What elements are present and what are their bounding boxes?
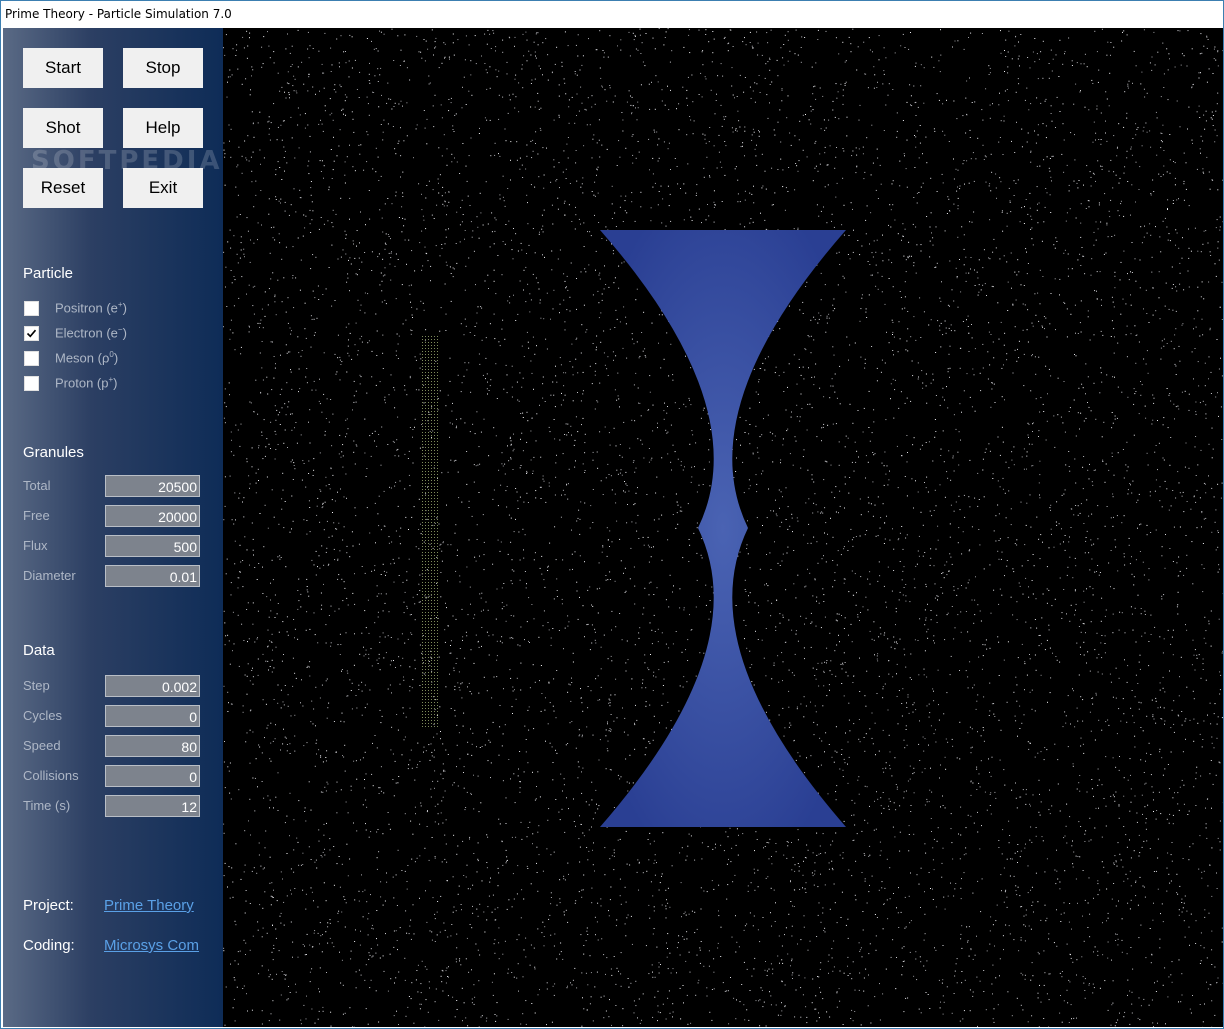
data-label-2: Speed	[23, 738, 61, 753]
lens-shape	[600, 230, 846, 827]
app-window: Prime Theory - Particle Simulation 7.0 S…	[0, 0, 1224, 1029]
project-label: Project:	[23, 897, 74, 914]
coding-link[interactable]: Microsys Com	[104, 937, 199, 954]
granules-label-3: Diameter	[23, 568, 76, 583]
meson-label: Meson (ρ0)	[55, 350, 119, 366]
meson-checkbox[interactable]	[24, 350, 39, 366]
positron-label: Positron (e+)	[55, 300, 127, 316]
data-label-1: Cycles	[23, 708, 63, 723]
granules-field-1[interactable]: 20000	[105, 505, 200, 527]
granules-label-1: Free	[23, 508, 50, 523]
particle-charge: −	[117, 325, 123, 335]
particle-charge: +	[108, 375, 114, 385]
particle-name: Electron	[55, 325, 103, 341]
data-field-1[interactable]: 0	[105, 705, 200, 727]
window-title: Prime Theory - Particle Simulation 7.0	[5, 7, 232, 21]
particle-name: Positron	[55, 300, 103, 316]
particle-symbol: e	[110, 300, 118, 316]
particle-option-electron[interactable]: Electron (e−)	[23, 323, 127, 343]
particle-charge: +	[117, 300, 123, 310]
proton-checkbox[interactable]	[24, 375, 39, 391]
data-field-0[interactable]: 0.002	[105, 675, 200, 697]
simulation-canvas[interactable]	[223, 28, 1223, 1027]
coding-label: Coding:	[23, 937, 75, 954]
proton-label: Proton (p+)	[55, 375, 118, 391]
data-label-0: Step	[23, 678, 50, 693]
stop-button[interactable]: Stop	[123, 48, 203, 88]
granules-field-2[interactable]: 500	[105, 535, 200, 557]
check-icon	[26, 329, 37, 337]
particle-section-title: Particle	[23, 265, 74, 282]
data-field-3[interactable]: 0	[105, 765, 200, 787]
granules-field-3[interactable]: 0.01	[105, 565, 200, 587]
particle-option-meson[interactable]: Meson (ρ0)	[23, 348, 118, 368]
positron-checkbox[interactable]	[24, 300, 39, 316]
watermark: SOFTPEDIA	[31, 146, 223, 176]
data-field-4[interactable]: 12	[105, 795, 200, 817]
data-field-2[interactable]: 80	[105, 735, 200, 757]
shot-button[interactable]: Shot	[23, 108, 103, 148]
project-link[interactable]: Prime Theory	[104, 897, 194, 914]
data-label-3: Collisions	[23, 768, 79, 783]
control-sidebar: Start Stop Shot Help Reset Exit SOFTPEDI…	[3, 28, 223, 1027]
granules-field-0[interactable]: 20500	[105, 475, 200, 497]
electron-checkbox[interactable]	[24, 325, 39, 341]
particle-option-positron[interactable]: Positron (e+)	[23, 298, 127, 318]
particle-charge: 0	[109, 350, 114, 360]
particle-option-proton[interactable]: Proton (p+)	[23, 373, 118, 393]
particle-name: Meson	[55, 350, 95, 366]
concave-lens	[600, 230, 846, 827]
granules-label-0: Total	[23, 478, 51, 493]
title-bar[interactable]: Prime Theory - Particle Simulation 7.0	[1, 1, 1223, 27]
granules-section-title: Granules	[23, 444, 84, 461]
particle-name: Proton	[55, 375, 94, 391]
particle-symbol: e	[110, 325, 118, 341]
start-button[interactable]: Start	[23, 48, 103, 88]
data-section-title: Data	[23, 642, 55, 659]
help-button[interactable]: Help	[123, 108, 203, 148]
particle-symbol: p	[101, 375, 109, 391]
granules-label-2: Flux	[23, 538, 48, 553]
data-label-4: Time (s)	[23, 798, 71, 813]
electron-label: Electron (e−)	[55, 325, 127, 341]
